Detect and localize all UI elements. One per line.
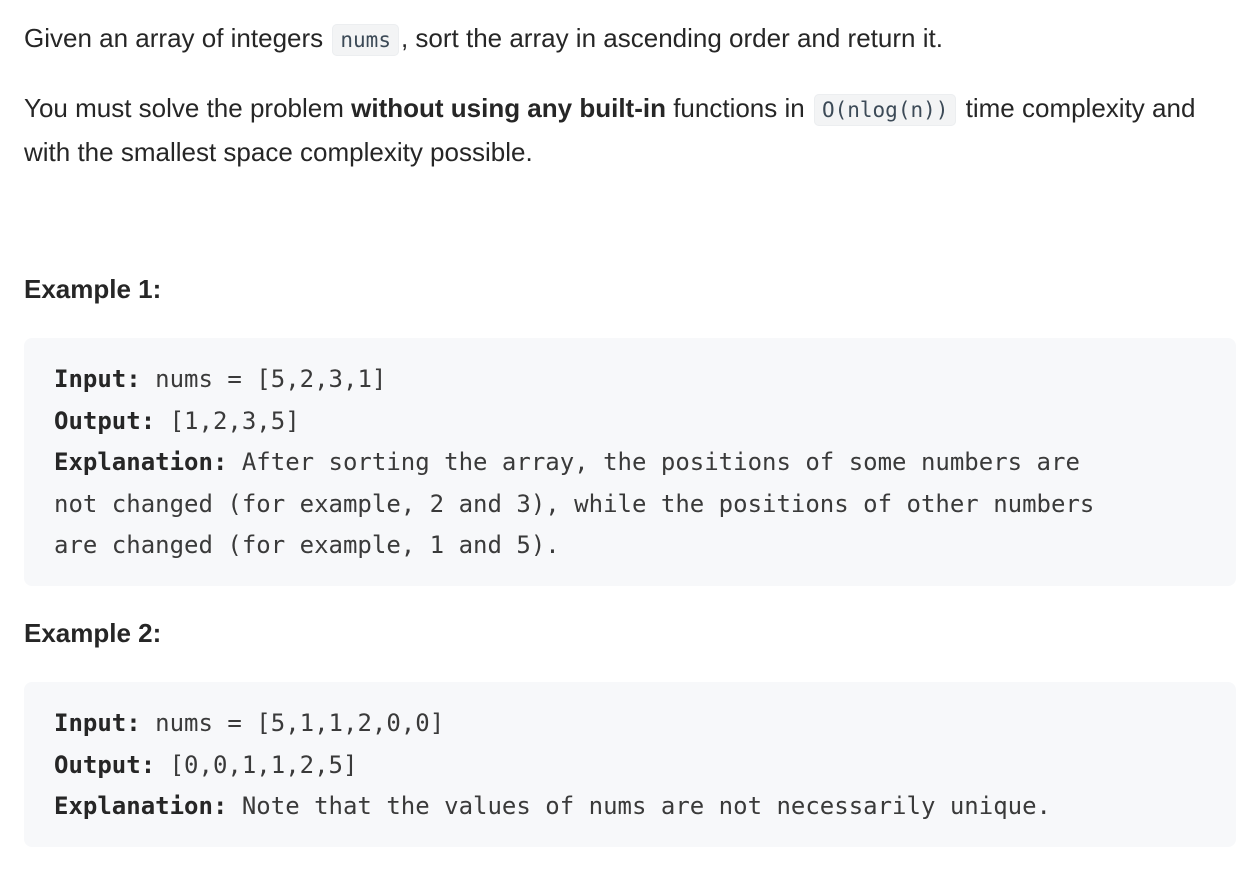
- explanation-text: Note that the values of nums are not nec…: [227, 792, 1051, 820]
- inline-code-complexity: O(nlog(n)): [813, 94, 957, 126]
- input-label: Input:: [54, 365, 141, 393]
- example-output-line: Output: [0,0,1,1,2,5]: [54, 745, 1206, 787]
- output-label: Output:: [54, 406, 156, 435]
- example-input-line: Input: nums = [5,1,1,2,0,0]: [54, 703, 1206, 745]
- example-2-block: Input: nums = [5,1,1,2,0,0] Output: [0,0…: [24, 682, 1236, 847]
- inline-code-nums: nums: [332, 24, 399, 56]
- example-explanation-line: Explanation: Note that the values of num…: [54, 786, 1206, 828]
- description-text: Given an array of integers: [24, 23, 324, 53]
- explanation-label: Explanation:: [54, 792, 228, 820]
- example-explanation-line: Explanation: After sorting the array, th…: [54, 442, 1206, 484]
- example-1-block: Input: nums = [5,2,3,1] Output: [1,2,3,5…: [24, 338, 1236, 586]
- explanation-text: After sorting the array, the positions o…: [227, 448, 1080, 476]
- output-label: Output:: [54, 750, 156, 779]
- input-label: Input:: [54, 709, 141, 737]
- example-input-line: Input: nums = [5,2,3,1]: [54, 359, 1206, 401]
- bold-constraint: without using any built-in: [351, 93, 666, 123]
- description-paragraph-2: You must solve the problem without using…: [24, 87, 1224, 173]
- input-value: nums = [5,1,1,2,0,0]: [140, 709, 445, 737]
- explanation-label: Explanation:: [54, 448, 228, 476]
- output-value: [0,0,1,1,2,5]: [155, 750, 358, 779]
- example-2-heading: Example 2:: [24, 618, 162, 648]
- example-1-heading: Example 1:: [24, 274, 162, 304]
- description-text: , sort the array in ascending order and …: [400, 23, 943, 53]
- output-value: [1,2,3,5]: [155, 406, 300, 435]
- explanation-text: not changed (for example, 2 and 3), whil…: [54, 489, 1095, 518]
- input-value: nums = [5,2,3,1]: [140, 365, 387, 393]
- explanation-text: are changed (for example, 1 and 5).: [54, 531, 560, 559]
- description-text: functions in: [673, 93, 805, 123]
- description-text: You must solve the problem: [24, 93, 344, 123]
- description-paragraph-1: Given an array of integers nums, sort th…: [24, 17, 943, 61]
- example-output-line: Output: [1,2,3,5]: [54, 401, 1206, 443]
